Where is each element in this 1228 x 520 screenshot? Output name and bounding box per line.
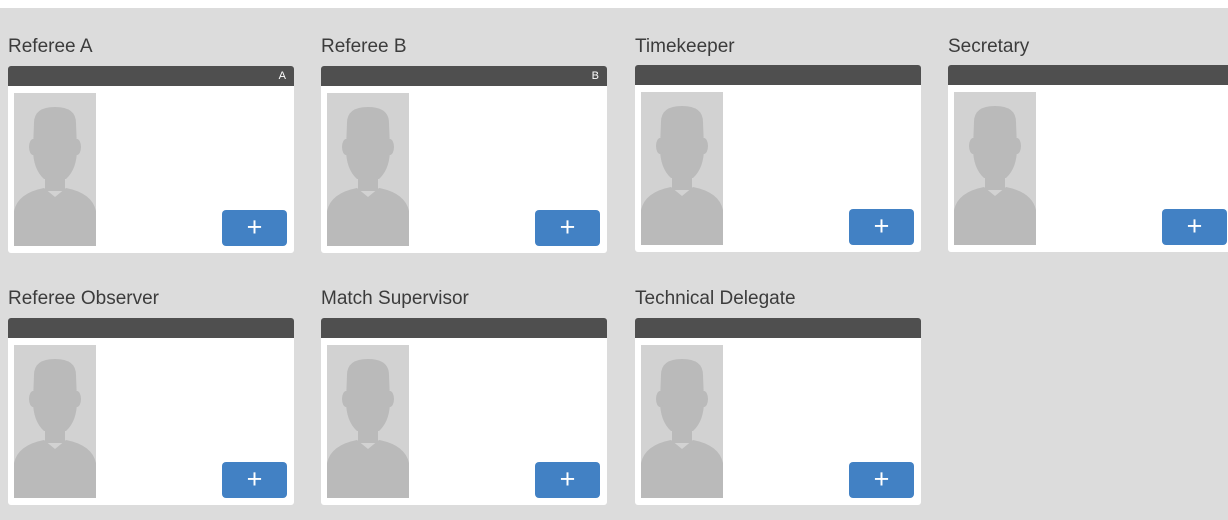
- referee-letter-badge: B: [591, 70, 599, 82]
- card-body: +: [635, 85, 921, 252]
- avatar-placeholder-icon: [327, 93, 409, 246]
- add-official-button[interactable]: +: [222, 462, 287, 498]
- add-official-button[interactable]: +: [849, 209, 914, 245]
- card-header: [948, 65, 1228, 85]
- avatar-placeholder-icon: [14, 345, 96, 498]
- card-body: +: [635, 338, 921, 505]
- card-body: +: [8, 86, 294, 253]
- add-official-button[interactable]: +: [222, 210, 287, 246]
- referee-letter-badge: A: [278, 70, 286, 82]
- add-official-button[interactable]: +: [1162, 209, 1227, 245]
- official-title: Secretary: [948, 36, 1030, 57]
- add-official-button[interactable]: +: [849, 462, 914, 498]
- card-body: +: [8, 338, 294, 505]
- card-header: [321, 318, 607, 338]
- card-header: [8, 318, 294, 338]
- official-title: Referee Observer: [8, 288, 160, 309]
- add-official-button[interactable]: +: [535, 210, 600, 246]
- avatar-placeholder-icon: [641, 345, 723, 498]
- card-header: A: [8, 66, 294, 86]
- card-body: +: [321, 86, 607, 253]
- officials-panel: Referee A A + Referee B B + Timekeeper +…: [0, 8, 1228, 520]
- avatar-placeholder-icon: [14, 93, 96, 246]
- official-title: Match Supervisor: [321, 288, 469, 309]
- avatar-placeholder-icon: [954, 92, 1036, 245]
- official-title: Referee A: [8, 36, 93, 57]
- add-official-button[interactable]: +: [535, 462, 600, 498]
- card-body: +: [948, 85, 1228, 252]
- avatar-placeholder-icon: [327, 345, 409, 498]
- official-title: Referee B: [321, 36, 407, 57]
- card-header: [635, 318, 921, 338]
- official-title: Technical Delegate: [635, 288, 796, 309]
- card-header: [635, 65, 921, 85]
- card-body: +: [321, 338, 607, 505]
- official-title: Timekeeper: [635, 36, 735, 57]
- avatar-placeholder-icon: [641, 92, 723, 245]
- card-header: B: [321, 66, 607, 86]
